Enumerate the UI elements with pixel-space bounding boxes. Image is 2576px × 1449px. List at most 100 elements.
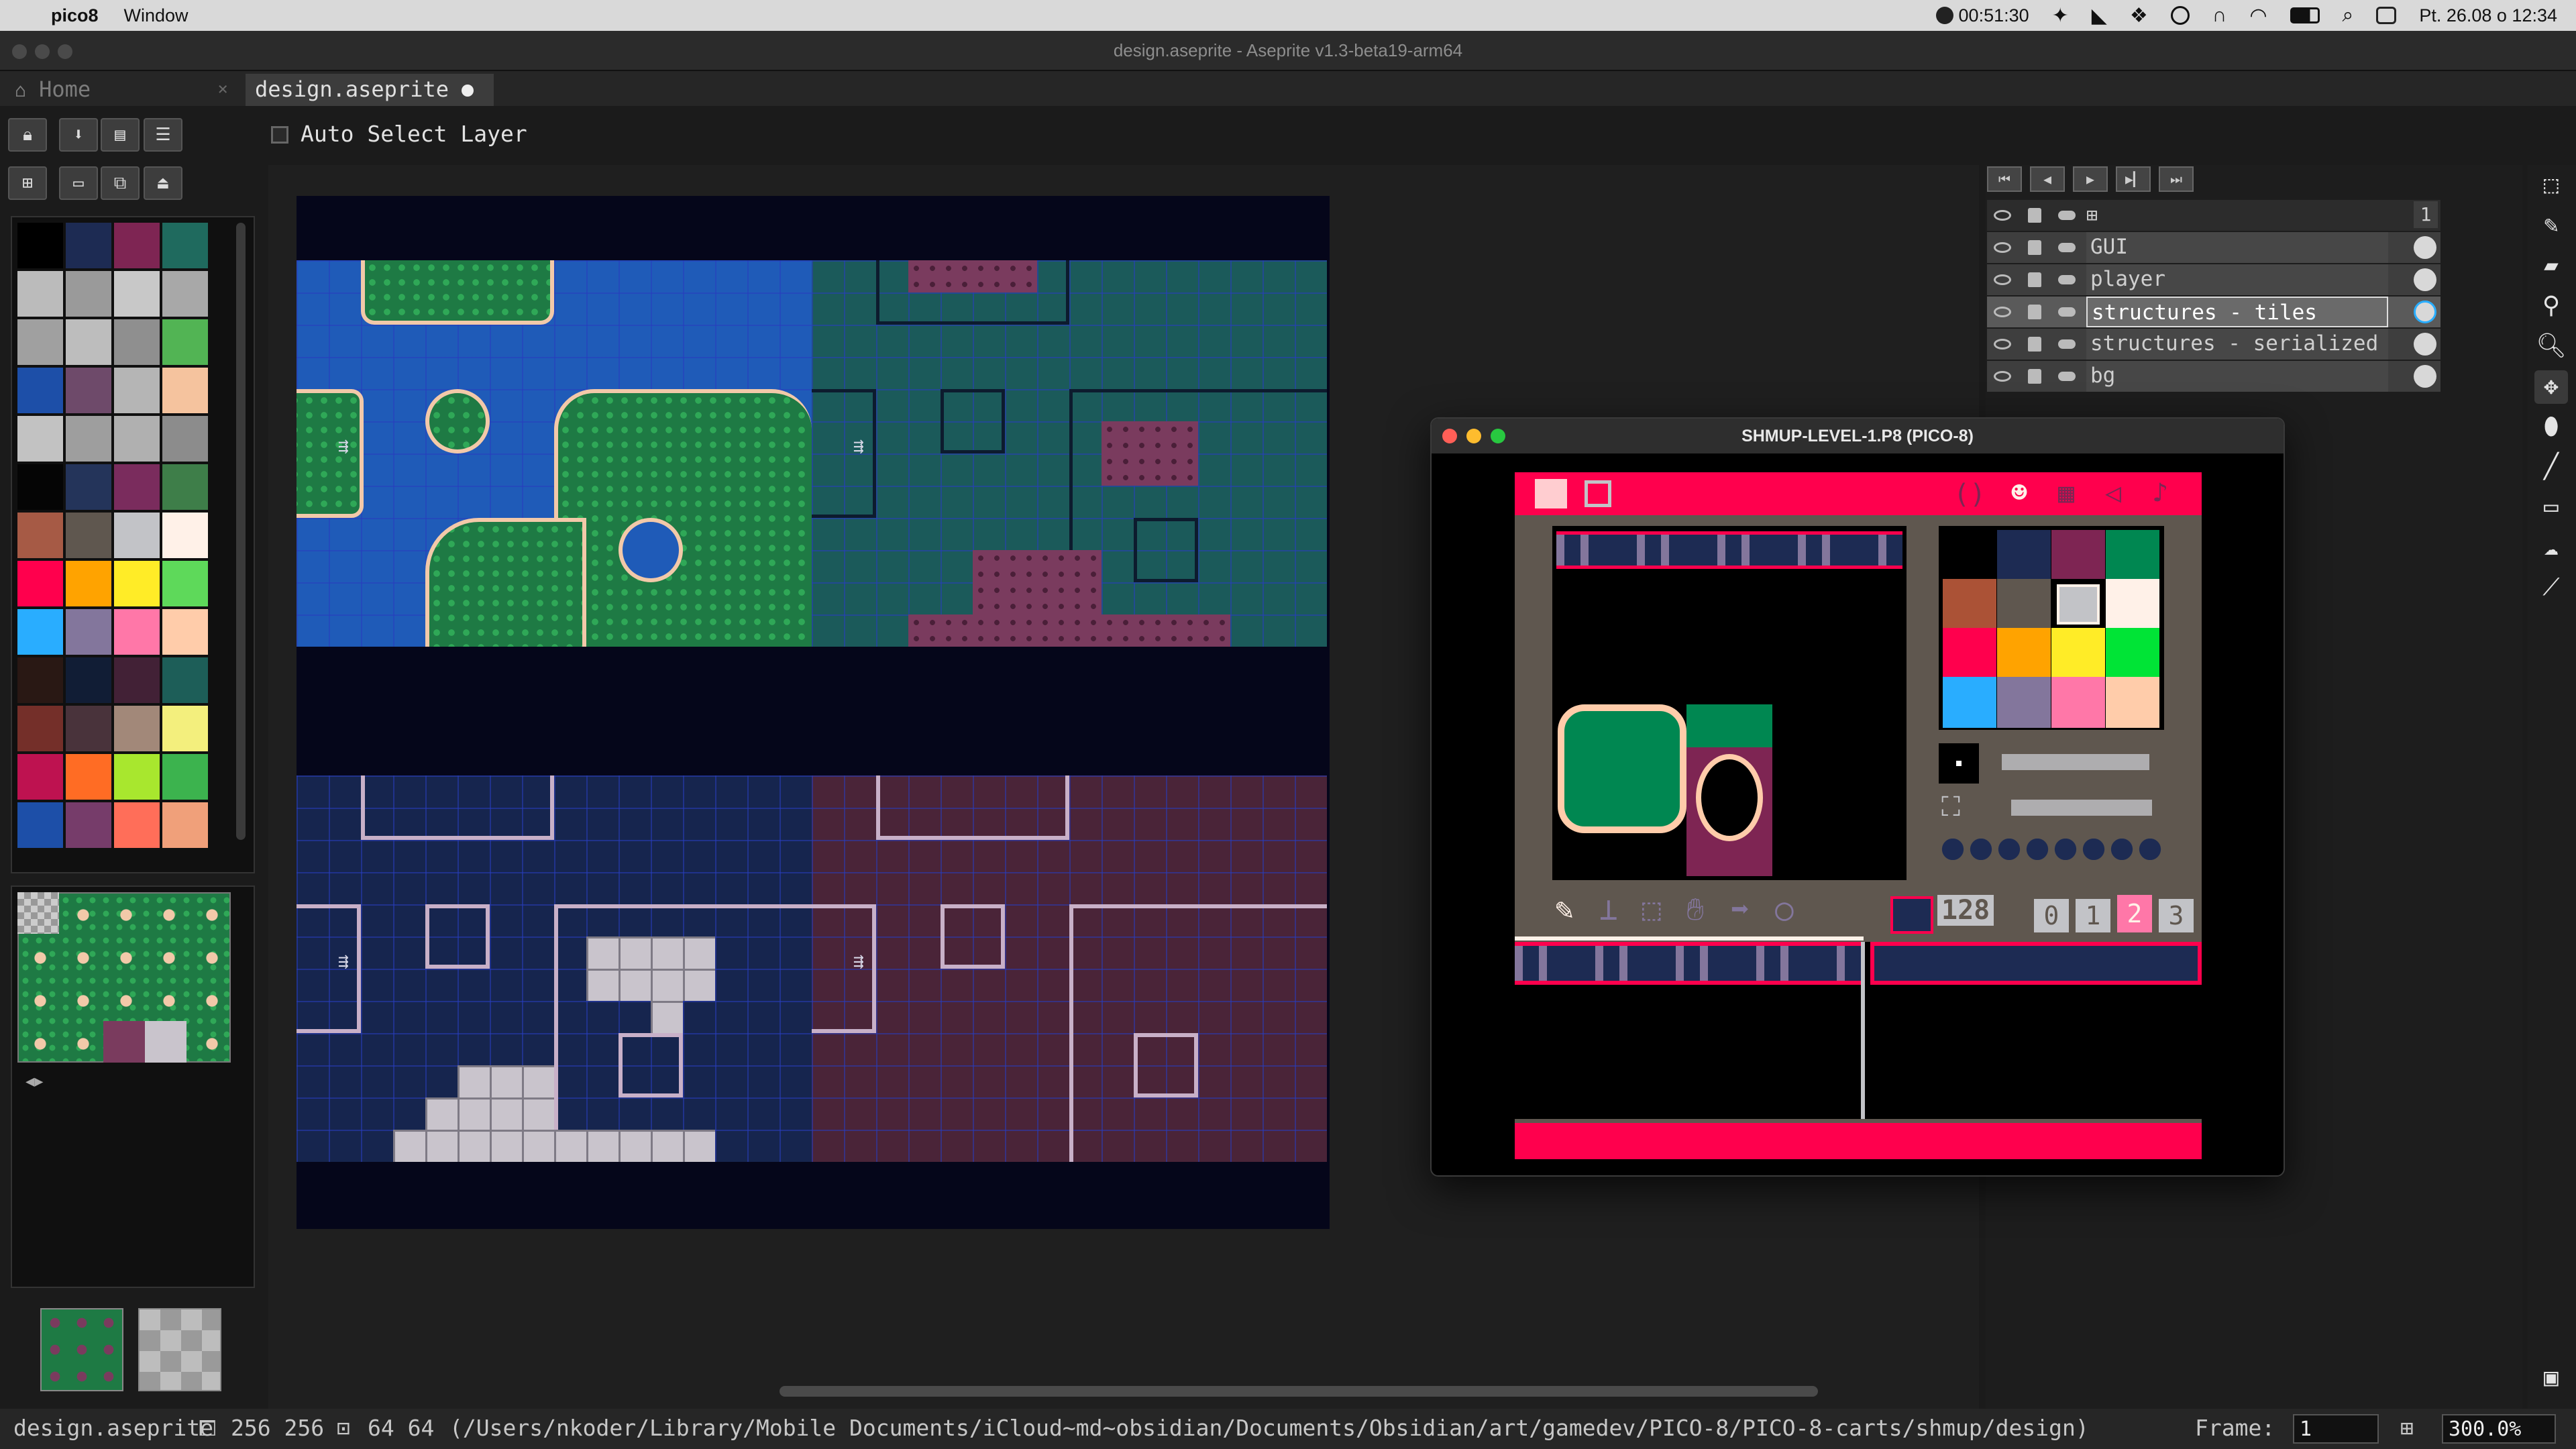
sprite-editor-icon[interactable] — [1535, 479, 1567, 508]
pico8-palette-swatch[interactable] — [2106, 677, 2159, 728]
layer-name[interactable]: player — [2086, 264, 2388, 295]
sprite-tab-0[interactable]: 0 — [2034, 899, 2069, 932]
palette-swatch[interactable] — [162, 561, 208, 606]
pico8-palette-swatch[interactable] — [1943, 530, 1996, 581]
pico8-palette-swatch[interactable] — [1943, 628, 1996, 679]
pico8-palette-swatch[interactable] — [2106, 530, 2159, 581]
sprite-tab-1[interactable]: 1 — [2076, 899, 2110, 932]
palette-swatch[interactable] — [66, 802, 111, 848]
layer-row-player[interactable]: player — [1987, 264, 2440, 295]
palette-lock-button[interactable]: 🔒︎ — [8, 118, 47, 152]
tileset-expand-icon[interactable]: ◀▶ — [25, 1073, 44, 1090]
layer-name[interactable]: GUI — [2086, 232, 2388, 263]
palette-swatch[interactable] — [162, 513, 208, 558]
layer-name[interactable]: bg — [2086, 361, 2388, 392]
eye-icon[interactable] — [1990, 365, 2015, 388]
battery-icon[interactable] — [2290, 7, 2320, 23]
eyedropper-icon[interactable]: ⚲ — [2534, 290, 2568, 323]
feather-icon[interactable]: ◣ — [2092, 4, 2107, 28]
zoom-slider[interactable] — [2011, 800, 2152, 816]
palette-swatch[interactable] — [66, 609, 111, 655]
pico8-palette-swatch[interactable] — [1997, 628, 2051, 679]
palette-swatch[interactable] — [17, 754, 63, 800]
palette-swatch[interactable] — [114, 561, 160, 606]
tab-home-close-button[interactable]: × — [217, 74, 228, 105]
tab-design[interactable]: design.aseprite — [246, 74, 494, 106]
layer-name[interactable]: structures - tiles — [2086, 297, 2388, 327]
palette-swatch[interactable] — [66, 513, 111, 558]
lock-icon[interactable] — [2022, 236, 2047, 259]
palette-swatch[interactable] — [114, 802, 160, 848]
background-color-swatch[interactable] — [138, 1308, 221, 1391]
search-icon[interactable]: ⌕ — [2343, 4, 2354, 27]
palette-swatch[interactable] — [114, 513, 160, 558]
first-frame-button[interactable]: ⏮ — [1987, 166, 2022, 192]
pico8-minimize-button[interactable] — [1466, 429, 1481, 443]
pico8-window[interactable]: SHMUP-LEVEL-1.P8 (PICO-8) () ☻ ▦ ◁ ♪ ⛶ ✎… — [1430, 417, 2285, 1177]
current-sprite-thumb[interactable] — [1890, 896, 1933, 934]
lock-icon[interactable] — [2022, 365, 2047, 388]
continuous-icon[interactable] — [2054, 268, 2080, 291]
palette-swatch[interactable] — [66, 223, 111, 268]
palette-swatch[interactable] — [66, 464, 111, 510]
palette-swatch[interactable] — [66, 271, 111, 317]
palette-swatch[interactable] — [17, 657, 63, 703]
palette-sort-button[interactable]: ⬇ — [59, 118, 98, 152]
eye-icon[interactable] — [1990, 301, 2015, 323]
pico8-palette-swatch[interactable] — [2106, 628, 2159, 679]
pico8-palette-swatch[interactable] — [2051, 677, 2105, 728]
palette-swatch[interactable] — [17, 609, 63, 655]
palette-swatch[interactable] — [66, 561, 111, 606]
palette-swatch[interactable] — [66, 754, 111, 800]
palette-swatch[interactable] — [162, 657, 208, 703]
menu-window[interactable]: Window — [124, 5, 189, 26]
palette-swatch[interactable] — [114, 754, 160, 800]
pico8-screen[interactable]: () ☻ ▦ ◁ ♪ ⛶ ✎ ⊥ ⬚ ✋︎ ➡ ○ 128 0 1 2 3 — [1515, 472, 2202, 1159]
palette-swatch[interactable] — [17, 513, 63, 558]
eye-icon[interactable] — [1990, 268, 2015, 291]
sprite-tab-3[interactable]: 3 — [2159, 899, 2194, 932]
palette-swatch[interactable] — [162, 464, 208, 510]
auto-select-layer-checkbox[interactable] — [271, 126, 288, 144]
code-editor-icon[interactable]: () — [1953, 479, 1986, 510]
square-icon[interactable] — [1585, 480, 1611, 507]
control-center-icon[interactable] — [2376, 7, 2397, 24]
palette-swatch[interactable] — [114, 368, 160, 413]
palette-swatch[interactable] — [162, 754, 208, 800]
frame-number-header[interactable]: 1 — [2414, 201, 2438, 228]
palette-swatch[interactable] — [66, 368, 111, 413]
add-layer-icon[interactable]: ⊞ — [2086, 204, 2098, 226]
last-frame-button[interactable]: ⏭ — [2159, 166, 2194, 192]
shape-tool-icon[interactable]: ○ — [1775, 891, 1794, 927]
tileset-tile-block[interactable] — [145, 1021, 186, 1063]
cel-dot[interactable] — [2414, 268, 2436, 291]
sprite-canvas[interactable]: ⇶ ⇶ ⇶ ⇶ — [297, 196, 1330, 1229]
pico8-palette-swatch[interactable] — [1997, 579, 2051, 630]
fill-tool-icon[interactable]: ➡ — [1731, 891, 1750, 927]
preview-icon[interactable]: ▣ — [2534, 1362, 2568, 1395]
spray-icon[interactable]: ⟋ — [2534, 572, 2568, 605]
pico8-close-button[interactable] — [1442, 429, 1457, 443]
auto-select-layer-label[interactable]: Auto Select Layer — [301, 121, 527, 147]
move-icon[interactable]: ✥ — [2534, 370, 2568, 404]
menu-app-name[interactable]: pico8 — [51, 5, 99, 26]
cel-dot[interactable] — [2414, 236, 2436, 259]
tab-home[interactable]: ⌂ Home × — [5, 74, 240, 106]
palette-swatch[interactable] — [114, 416, 160, 462]
cel-dot[interactable] — [2414, 365, 2436, 388]
stamp-tool-icon[interactable]: ⊥ — [1599, 891, 1618, 927]
palette-swatch[interactable] — [17, 223, 63, 268]
palette-scrollbar[interactable] — [236, 223, 246, 840]
sprite-tab-2[interactable]: 2 — [2117, 895, 2152, 932]
gear-icon[interactable]: ✦ — [2052, 4, 2069, 28]
palette-presets-button[interactable]: ▤ — [101, 118, 140, 152]
sprite-sheet[interactable] — [1515, 936, 2202, 1119]
canvas-horizontal-scrollbar[interactable] — [780, 1386, 1818, 1397]
frame-input[interactable] — [2293, 1414, 2379, 1444]
pico8-palette-swatch[interactable] — [1943, 677, 1996, 728]
continuous-icon[interactable] — [2054, 301, 2080, 323]
sfx-tab-icon[interactable]: ◁ — [2105, 478, 2121, 508]
line-icon[interactable]: ╱ — [2534, 451, 2568, 484]
dropbox-icon[interactable]: ❖ — [2130, 4, 2148, 28]
palette-swatch[interactable] — [162, 223, 208, 268]
